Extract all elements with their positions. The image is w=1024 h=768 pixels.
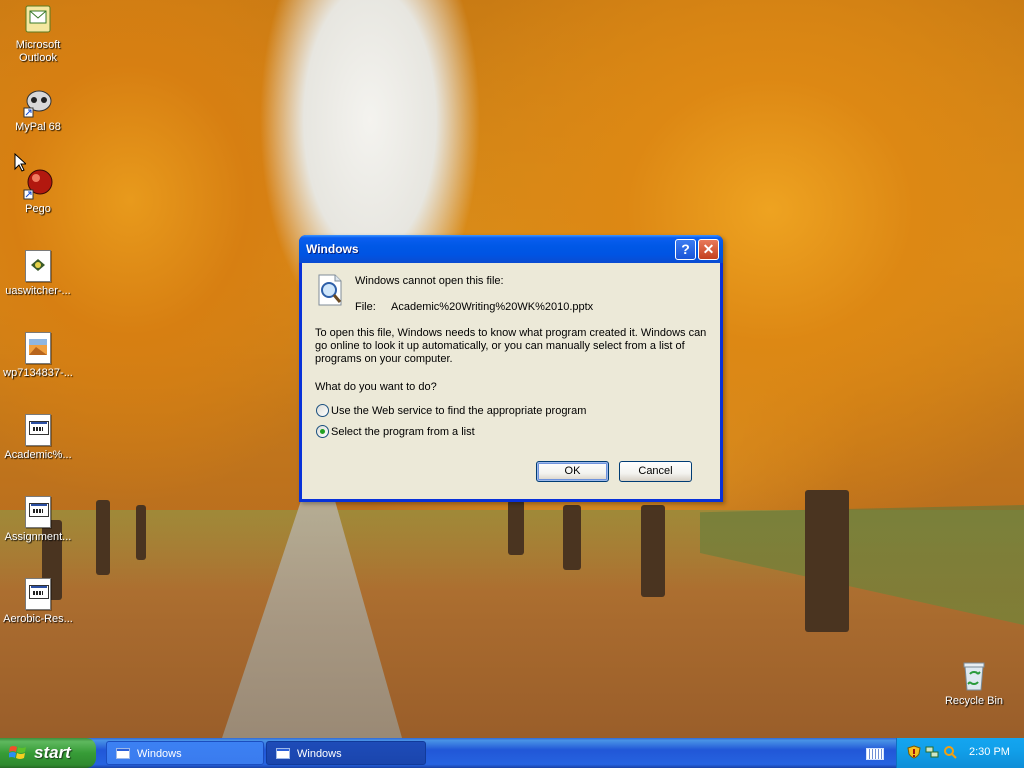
ok-button[interactable]: OK xyxy=(536,461,609,482)
radio-select-from-list-label[interactable]: Select the program from a list xyxy=(331,426,475,439)
windows-flag-icon xyxy=(9,746,26,759)
desktop-icon-mypal[interactable]: MyPal 68 xyxy=(0,86,76,134)
desktop-icon-assignment[interactable]: Assignment... xyxy=(0,496,76,544)
desktop-icon-label: Assignment... xyxy=(4,531,72,543)
image-file-icon xyxy=(22,332,54,364)
help-button[interactable]: ? xyxy=(675,239,696,260)
desktop-icon-label: MyPal 68 xyxy=(15,121,61,133)
window-icon xyxy=(116,748,130,759)
wallpaper-trunk xyxy=(641,505,665,597)
language-bar-keyboard-icon[interactable] xyxy=(866,748,884,760)
taskbar-button-windows-1[interactable]: Windows xyxy=(106,741,264,765)
wallpaper-trunk xyxy=(136,505,146,560)
desktop-icon-outlook[interactable]: Microsoft Outlook xyxy=(0,4,76,65)
desktop-icon-recycle-bin[interactable]: Recycle Bin xyxy=(936,660,1012,708)
search-icon[interactable] xyxy=(943,745,957,759)
start-label: start xyxy=(34,743,71,762)
desktop-icon-wp7134837[interactable]: wp7134837-... xyxy=(0,332,76,380)
radio-web-service[interactable] xyxy=(316,404,329,417)
radio-select-from-list[interactable] xyxy=(316,425,329,438)
desktop-icon-label: Microsoft Outlook xyxy=(15,39,61,64)
system-tray: 2:30 PM xyxy=(896,738,1024,768)
wallpaper-trunk xyxy=(805,490,849,632)
network-icon[interactable] xyxy=(925,745,939,759)
radio-web-service-label[interactable]: Use the Web service to find the appropri… xyxy=(331,405,586,418)
open-with-dialog: Windows ? ✕ Windows cannot open this fil… xyxy=(299,235,723,502)
outlook-icon xyxy=(22,4,54,36)
desktop-icon-uaswitcher[interactable]: uaswitcher-... xyxy=(0,250,76,298)
desktop-icon-pego[interactable]: Pego xyxy=(0,168,76,216)
dialog-body: Windows cannot open this file: File: Aca… xyxy=(302,263,720,499)
desktop-icon-label: Aerobic-Res... xyxy=(3,613,73,625)
document-icon xyxy=(22,496,54,528)
close-button[interactable]: ✕ xyxy=(698,239,719,260)
start-button[interactable]: start xyxy=(0,738,96,768)
desktop-icon-label: wp7134837-... xyxy=(3,367,73,379)
desktop-icon-label: uaswitcher-... xyxy=(5,285,71,297)
document-icon xyxy=(22,578,54,610)
desktop-icon-aerobic[interactable]: Aerobic-Res... xyxy=(0,578,76,626)
desktop-icon-label: Recycle Bin xyxy=(944,695,1004,707)
pego-icon xyxy=(22,168,54,200)
document-icon xyxy=(22,250,54,282)
unknown-file-search-icon xyxy=(315,273,347,307)
taskbar-button-windows-2[interactable]: Windows xyxy=(266,741,426,765)
taskbar-button-label: Windows xyxy=(297,748,342,760)
wallpaper-trunk xyxy=(96,500,110,575)
wallpaper-trunk xyxy=(563,505,581,570)
mypal-browser-icon xyxy=(22,86,54,118)
desktop-icon-label: Pego xyxy=(25,203,51,215)
security-shield-icon[interactable] xyxy=(907,745,921,759)
question-text: What do you want to do? xyxy=(315,381,437,393)
wallpaper-trunk xyxy=(508,500,524,555)
dialog-description: To open this file, Windows needs to know… xyxy=(315,327,707,365)
file-label: File: xyxy=(355,301,376,313)
document-icon xyxy=(22,414,54,446)
desktop-icon-academic[interactable]: Academic%... xyxy=(0,414,76,462)
dialog-title: Windows xyxy=(306,242,359,256)
recycle-bin-icon xyxy=(958,660,990,692)
desktop-icon-label: Academic%... xyxy=(4,449,72,461)
taskbar-button-label: Windows xyxy=(137,748,182,760)
dialog-title-bar[interactable]: Windows ? ✕ xyxy=(299,235,723,263)
dialog-header-text: Windows cannot open this file: xyxy=(355,275,504,287)
clock[interactable]: 2:30 PM xyxy=(969,746,1010,758)
mouse-pointer-icon xyxy=(14,153,26,172)
cancel-button[interactable]: Cancel xyxy=(619,461,692,482)
taskbar: start Windows Windows 2:30 PM xyxy=(0,738,1024,768)
window-icon xyxy=(276,748,290,759)
file-name: Academic%20Writing%20WK%2010.pptx xyxy=(391,301,594,313)
